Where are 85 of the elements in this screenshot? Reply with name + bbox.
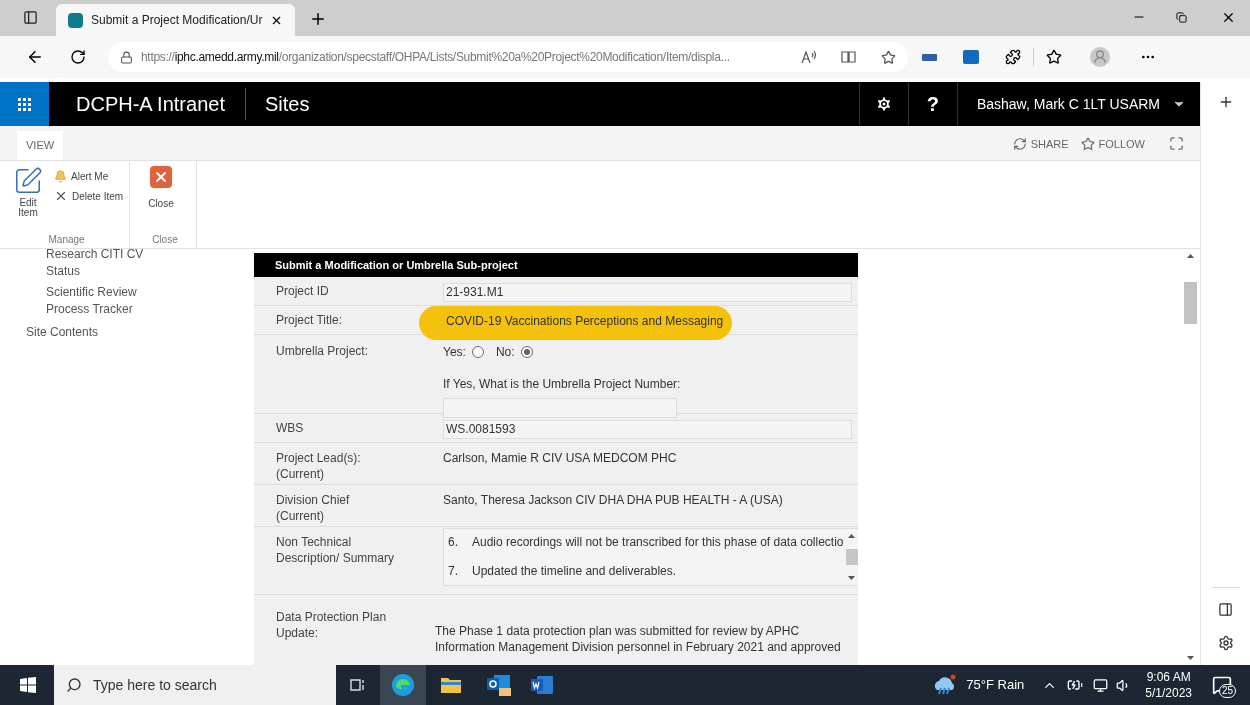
user-menu[interactable]: Bashaw, Mark C 1LT USARM [976, 93, 1186, 115]
field-label: If Yes, What is the Umbrella Project Number: [443, 376, 682, 393]
close-button[interactable]: Close [140, 166, 182, 232]
back-icon[interactable] [26, 48, 44, 66]
list-number: 7. [448, 563, 459, 580]
field-value: Carlson, Mamie R CIV USA MEDCOM PHC [443, 450, 678, 467]
site-link[interactable]: Sites [264, 89, 310, 119]
field-value: The Phase 1 data protection plan was submitted for review by APHC Information Management Division personnel in February 2021 and approved [435, 623, 842, 656]
field-label: Project ID [276, 283, 330, 299]
nav-link[interactable]: Scientific Review Process Tracker [0, 284, 170, 318]
description-box[interactable]: 6. Audio recordings will not be transcribed for this phase of data collectio 7. Updated the timeline and deliverables. [443, 528, 858, 586]
add-favorite-icon[interactable] [881, 49, 896, 65]
close-window-icon[interactable] [1221, 10, 1236, 25]
profile-avatar[interactable] [1090, 47, 1110, 67]
field-label: Non Technical Description/ Summary [276, 534, 396, 566]
taskbar-search-field[interactable]: Type here to search [54, 665, 336, 705]
address-bar[interactable]: https://iphc.amedd.army.mil/organization/specstaff/OHPA/Lists/Submit%20a%20Project%20Modification/Item/displa... [108, 42, 908, 72]
field-label: Data Protection Plan Update: [276, 609, 388, 641]
follow-button[interactable]: FOLLOW [1080, 135, 1145, 152]
tab-actions-icon[interactable] [23, 10, 38, 25]
share-button[interactable]: SHARE [1012, 135, 1069, 152]
settings-icon[interactable] [1217, 635, 1234, 651]
browser-tab[interactable]: Submit a Project Modification/Ur [56, 4, 296, 36]
alert-me-button[interactable]: Alert Me [54, 166, 124, 186]
radio-option[interactable]: Yes: [443, 343, 484, 361]
field-value: Santo, Theresa Jackson CIV DHA DHA PUB HEALTH - A (USA) [443, 492, 784, 509]
network-icon[interactable] [1093, 677, 1109, 693]
bell-icon [54, 169, 67, 183]
group-label: Close [151, 233, 179, 247]
edge-icon[interactable] [391, 673, 415, 697]
text-field[interactable]: 21-931.M1 [443, 283, 852, 302]
scroll-thumb[interactable] [1183, 282, 1197, 324]
lock-icon [120, 50, 133, 64]
field-label: Project Lead(s): (Current) [276, 450, 362, 482]
immersive-reader-icon[interactable] [841, 50, 857, 64]
windows-start-icon[interactable] [20, 677, 36, 693]
list-number: 6. [448, 534, 459, 551]
star-icon [1080, 136, 1095, 151]
battery-icon[interactable] [1067, 677, 1084, 693]
field-label: Division Chief (Current) [276, 492, 351, 524]
ribbon-tab[interactable]: VIEW [17, 131, 64, 160]
search-icon [66, 677, 82, 693]
site-favicon [68, 12, 83, 28]
scroll-down-icon[interactable] [1186, 656, 1194, 660]
read-aloud-icon[interactable] [801, 50, 817, 64]
word-icon[interactable] [530, 675, 554, 695]
app-title[interactable]: DCPH-A Intranet [76, 89, 225, 119]
help-button[interactable]: ? [908, 89, 957, 119]
restore-icon[interactable] [1176, 12, 1187, 23]
field-label: WBS [276, 420, 305, 436]
list-item-text: Updated the timeline and deliverables. [472, 563, 677, 580]
share-icon [1012, 136, 1027, 151]
notification-count: 25 [1219, 684, 1237, 698]
field-label: Umbrella Project: [276, 343, 370, 359]
delete-icon [54, 189, 68, 203]
close-icon [149, 166, 172, 188]
tab-title: Submit a Project Modification/Ur [91, 12, 263, 29]
sidebar-toggle-icon[interactable] [1218, 602, 1233, 617]
favorites-icon[interactable] [1046, 49, 1062, 65]
edit-item-button[interactable]: Edit Item [10, 166, 46, 232]
scroll-up-icon[interactable] [1186, 254, 1194, 258]
list-item-text: Audio recordings will not be transcribed for this phase of data collectio [472, 534, 844, 551]
group-label: Manage [47, 233, 86, 247]
text-field[interactable]: COVID-19 Vaccinations Perceptions and Messaging [443, 312, 852, 331]
scroll-thumb[interactable] [845, 549, 858, 565]
url-text: https://iphc.amedd.army.mil/organization/specstaff/OHPA/Lists/Submit%20a%20Project%20Modification/Item/displa... [141, 49, 731, 66]
delete-item-button[interactable]: Delete Item [54, 186, 124, 206]
scroll-down-icon[interactable] [848, 576, 856, 580]
scroll-up-icon[interactable] [848, 534, 856, 538]
text-field[interactable]: WS.0081593 [443, 420, 852, 439]
radio-option[interactable]: No: [495, 343, 533, 361]
nav-link[interactable]: Site Contents [0, 324, 254, 341]
task-view-icon[interactable] [350, 677, 366, 693]
edit-form-icon [13, 166, 43, 196]
extensions-icon[interactable] [1005, 49, 1021, 65]
focus-icon[interactable] [1169, 136, 1184, 152]
nav-link[interactable]: Research CITI CV Status [0, 246, 170, 280]
clock[interactable]: 9:06 AM 5/1/2023 [1145, 669, 1192, 701]
weather-text[interactable]: 75°F Rain [966, 675, 1025, 695]
refresh-icon[interactable] [70, 49, 86, 65]
app-launcher-icon[interactable] [0, 82, 49, 126]
search-placeholder: Type here to search [93, 675, 217, 695]
field-label: Project Title: [276, 312, 344, 328]
form-header: Submit a Modification or Umbrella Sub-project [254, 253, 858, 277]
folder-icon[interactable] [440, 676, 462, 694]
